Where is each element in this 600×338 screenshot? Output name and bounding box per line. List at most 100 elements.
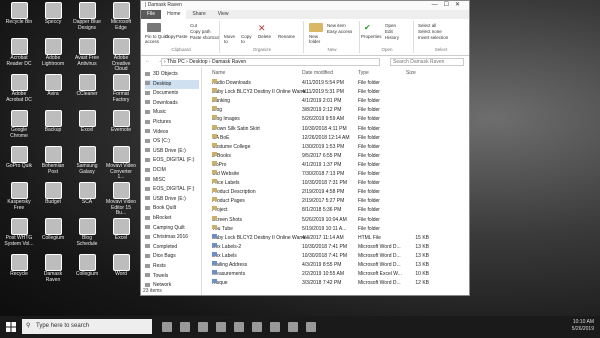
copy-to-button[interactable]: Copy to bbox=[241, 34, 252, 44]
nav-item-eos-digital-f[interactable]: EOS_DIGITAL (F:) bbox=[145, 156, 199, 165]
file-row[interactable]: Box Labels 10/30/2018 7:41 PM Microsoft Wo… bbox=[202, 251, 469, 260]
file-row[interactable]: Price Labels 10/30/2018 7:31 PM File folde… bbox=[202, 179, 469, 187]
file-row[interactable]: CA BoE 12/26/2018 12:14 AM File folder bbox=[202, 133, 469, 142]
tab-view[interactable]: View bbox=[212, 10, 235, 19]
edit-button[interactable]: Edit bbox=[385, 29, 393, 34]
nav-item-desktop[interactable]: Desktop bbox=[145, 79, 199, 89]
nav-item-towels[interactable]: Towels bbox=[145, 272, 199, 281]
desktop-icon-movavi-video-converter-1[interactable]: Movavi Video Converter 1... bbox=[106, 146, 136, 181]
photos-icon[interactable] bbox=[306, 322, 316, 332]
nav-item-book-quilt[interactable]: Book Quilt bbox=[145, 204, 199, 213]
task-view-icon[interactable] bbox=[162, 322, 172, 332]
nav-item-rests[interactable]: Rests bbox=[145, 262, 199, 271]
new-folder-button[interactable]: New folder bbox=[309, 34, 320, 44]
file-row[interactable]: Measurements 2/2/2019 10:55 AM Microsoft E… bbox=[202, 270, 469, 278]
desktop-icon-samsung-galaxy[interactable]: Samsung Galaxy bbox=[72, 146, 102, 175]
mail-icon[interactable] bbox=[216, 322, 226, 332]
easy-access-button[interactable]: Easy access bbox=[327, 29, 352, 34]
desktop-icon-budget[interactable]: Budget bbox=[38, 182, 68, 206]
tab-share[interactable]: Share bbox=[186, 10, 211, 19]
properties-button[interactable]: Properties bbox=[361, 34, 382, 39]
properties-icon[interactable]: ✔ bbox=[364, 23, 371, 32]
desktop-icon-ccleaner[interactable]: CCleaner bbox=[72, 74, 102, 98]
excel-icon[interactable] bbox=[288, 322, 298, 332]
nav-item-misc[interactable]: MISC bbox=[145, 176, 199, 185]
explorer-pinned-icon[interactable] bbox=[252, 322, 262, 332]
nav-item-dcim[interactable]: DCIM bbox=[145, 166, 199, 175]
desktop-icon-damask-raven[interactable]: Damask Raven bbox=[38, 254, 68, 283]
file-row[interactable]: Baby Lock BLCY2 Destiny II Online Warra.… bbox=[202, 88, 469, 96]
nav-item-eos-digital-f[interactable]: EOS_DIGITAL (F:) bbox=[145, 185, 199, 194]
move-to-button[interactable]: Move to bbox=[224, 34, 235, 44]
history-button[interactable]: History bbox=[385, 35, 399, 40]
nav-item-brocket[interactable]: bRocket bbox=[145, 214, 199, 223]
file-row[interactable]: Box Labels-2 10/30/2018 7:41 PM Microsoft … bbox=[202, 242, 469, 251]
window-controls[interactable]: —☐✕ bbox=[432, 1, 466, 10]
file-row[interactable]: Audio Downloads 4/11/2019 5:54 PM File fol… bbox=[202, 79, 469, 87]
breadcrumb[interactable]: › This PC › Desktop › Damask Raven bbox=[161, 58, 380, 66]
nav-item-os-c[interactable]: OS (C:) bbox=[145, 137, 199, 146]
paste-button[interactable]: Paste bbox=[176, 34, 188, 39]
desktop-icon-avira[interactable]: Avira bbox=[38, 74, 68, 98]
chrome-icon[interactable] bbox=[234, 322, 244, 332]
nav-item-downloads[interactable]: Downloads bbox=[145, 99, 199, 108]
nav-item-completed[interactable]: Completed bbox=[145, 243, 199, 252]
taskbar-search-input[interactable]: ⚲ Type here to search bbox=[22, 319, 152, 334]
desktop-icon-microsoft-edge[interactable]: Microsoft Edge bbox=[106, 2, 136, 31]
open-button[interactable]: Open bbox=[385, 23, 396, 28]
column-header-type[interactable]: Type bbox=[358, 70, 369, 76]
column-header-name[interactable]: Name bbox=[212, 70, 225, 76]
new-item-button[interactable]: New item bbox=[327, 23, 346, 28]
desktop-icon-format-factory[interactable]: Format Factory bbox=[106, 74, 136, 103]
search-input[interactable]: Search Damask Raven bbox=[390, 58, 464, 66]
nav-item-pictures[interactable]: Pictures bbox=[145, 118, 199, 127]
desktop-icon-movavi-video-editor-15-bu[interactable]: Movavi Video Editor 15 Bu... bbox=[106, 182, 136, 217]
paste-shortcut-button[interactable]: Paste shortcut bbox=[190, 35, 219, 40]
desktop-icon-recycle[interactable]: Recycle bbox=[4, 254, 34, 278]
select-all-button[interactable]: Select all bbox=[418, 23, 436, 28]
column-header-date[interactable]: Date modified bbox=[302, 70, 333, 76]
nav-item-dice-bags[interactable]: Dice Bags bbox=[145, 252, 199, 261]
tab-file[interactable]: File bbox=[141, 10, 162, 19]
delete-icon[interactable]: ✕ bbox=[258, 23, 266, 34]
desktop-icon-collegium[interactable]: Collegium bbox=[72, 254, 102, 278]
nav-item-music[interactable]: Music bbox=[145, 108, 199, 117]
word-icon[interactable] bbox=[270, 322, 280, 332]
nav-item-usb-drive-e[interactable]: USB Drive (E:) bbox=[145, 195, 199, 204]
windows-start-icon[interactable] bbox=[6, 322, 16, 332]
copy-button[interactable]: Copy bbox=[165, 34, 176, 39]
desktop-icon-kaspersky-free[interactable]: Kaspersky Free bbox=[4, 182, 34, 211]
desktop-icon-blog-schedule[interactable]: Blog Schedule bbox=[72, 218, 102, 247]
file-row[interactable]: Costume College 1/30/2019 1:53 PM File fol… bbox=[202, 142, 469, 151]
desktop-icon-dapper-blue-designs[interactable]: Dapper Blue Designs bbox=[72, 2, 102, 31]
desktop-icon-google-chrome[interactable]: Google Chrome bbox=[4, 110, 34, 139]
desktop-icon-speccy[interactable]: Speccy bbox=[38, 2, 68, 26]
nav-item-usb-drive-e[interactable]: USB Drive (E:) bbox=[145, 147, 199, 156]
nav-item-documents[interactable]: Documents bbox=[145, 89, 199, 98]
file-row[interactable]: E-Books 9/5/2017 6:55 PM File folder bbox=[202, 151, 469, 160]
desktop-icon-recycle-bin[interactable]: Recycle Bin bbox=[4, 2, 34, 26]
desktop-icon-bohemian-post[interactable]: Bohemian Post bbox=[38, 146, 68, 175]
file-row[interactable]: Brown Silk Satin Skirt 10/30/2018 4:11 PM… bbox=[202, 124, 469, 133]
file-row[interactable]: Blog 3/8/2019 2:12 PM File folder bbox=[202, 106, 469, 114]
desktop-icon-avast-free-antivirus[interactable]: Avast Free Antivirus bbox=[72, 38, 102, 67]
system-clock[interactable]: 10:10 AM 5/26/2019 bbox=[572, 319, 594, 333]
desktop-icon-excel[interactable]: Excel bbox=[106, 218, 136, 242]
select-none-button[interactable]: Select none bbox=[418, 29, 442, 34]
desktop-icon-collegium[interactable]: Collegium bbox=[38, 218, 68, 242]
nav-item-videos[interactable]: Videos bbox=[145, 128, 199, 137]
desktop-icon-word[interactable]: Word bbox=[106, 254, 136, 278]
desktop-icon-post-whtg-system-vol[interactable]: Post WHTG System Vol... bbox=[4, 218, 34, 247]
desktop-icon-excel[interactable]: Excel bbox=[72, 110, 102, 134]
desktop-icon-adobe-acrobat-dc[interactable]: Adobe Acrobat DC bbox=[4, 74, 34, 103]
desktop-icon-adobe-creative-cloud[interactable]: Adobe Creative Cloud bbox=[106, 38, 136, 73]
pin-icon[interactable] bbox=[147, 23, 161, 32]
file-row[interactable]: Old Website 7/30/2018 7:13 PM File folder bbox=[202, 170, 469, 178]
column-header-size[interactable]: Size bbox=[406, 70, 416, 76]
desktop-icon-adobe-lightroom[interactable]: Adobe Lightroom bbox=[38, 38, 68, 67]
file-row[interactable]: Blog Images 5/26/2019 9:59 AM File folder bbox=[202, 115, 469, 123]
nav-item-christmas-2016[interactable]: Christmas 2016 bbox=[145, 233, 199, 242]
invert-selection-button[interactable]: Invert selection bbox=[418, 35, 448, 40]
desktop-icon-acrobat-reader-dc[interactable]: Acrobat Reader DC bbox=[4, 38, 34, 67]
file-row[interactable]: Product Description 2/19/2019 4:58 PM File… bbox=[202, 188, 469, 196]
